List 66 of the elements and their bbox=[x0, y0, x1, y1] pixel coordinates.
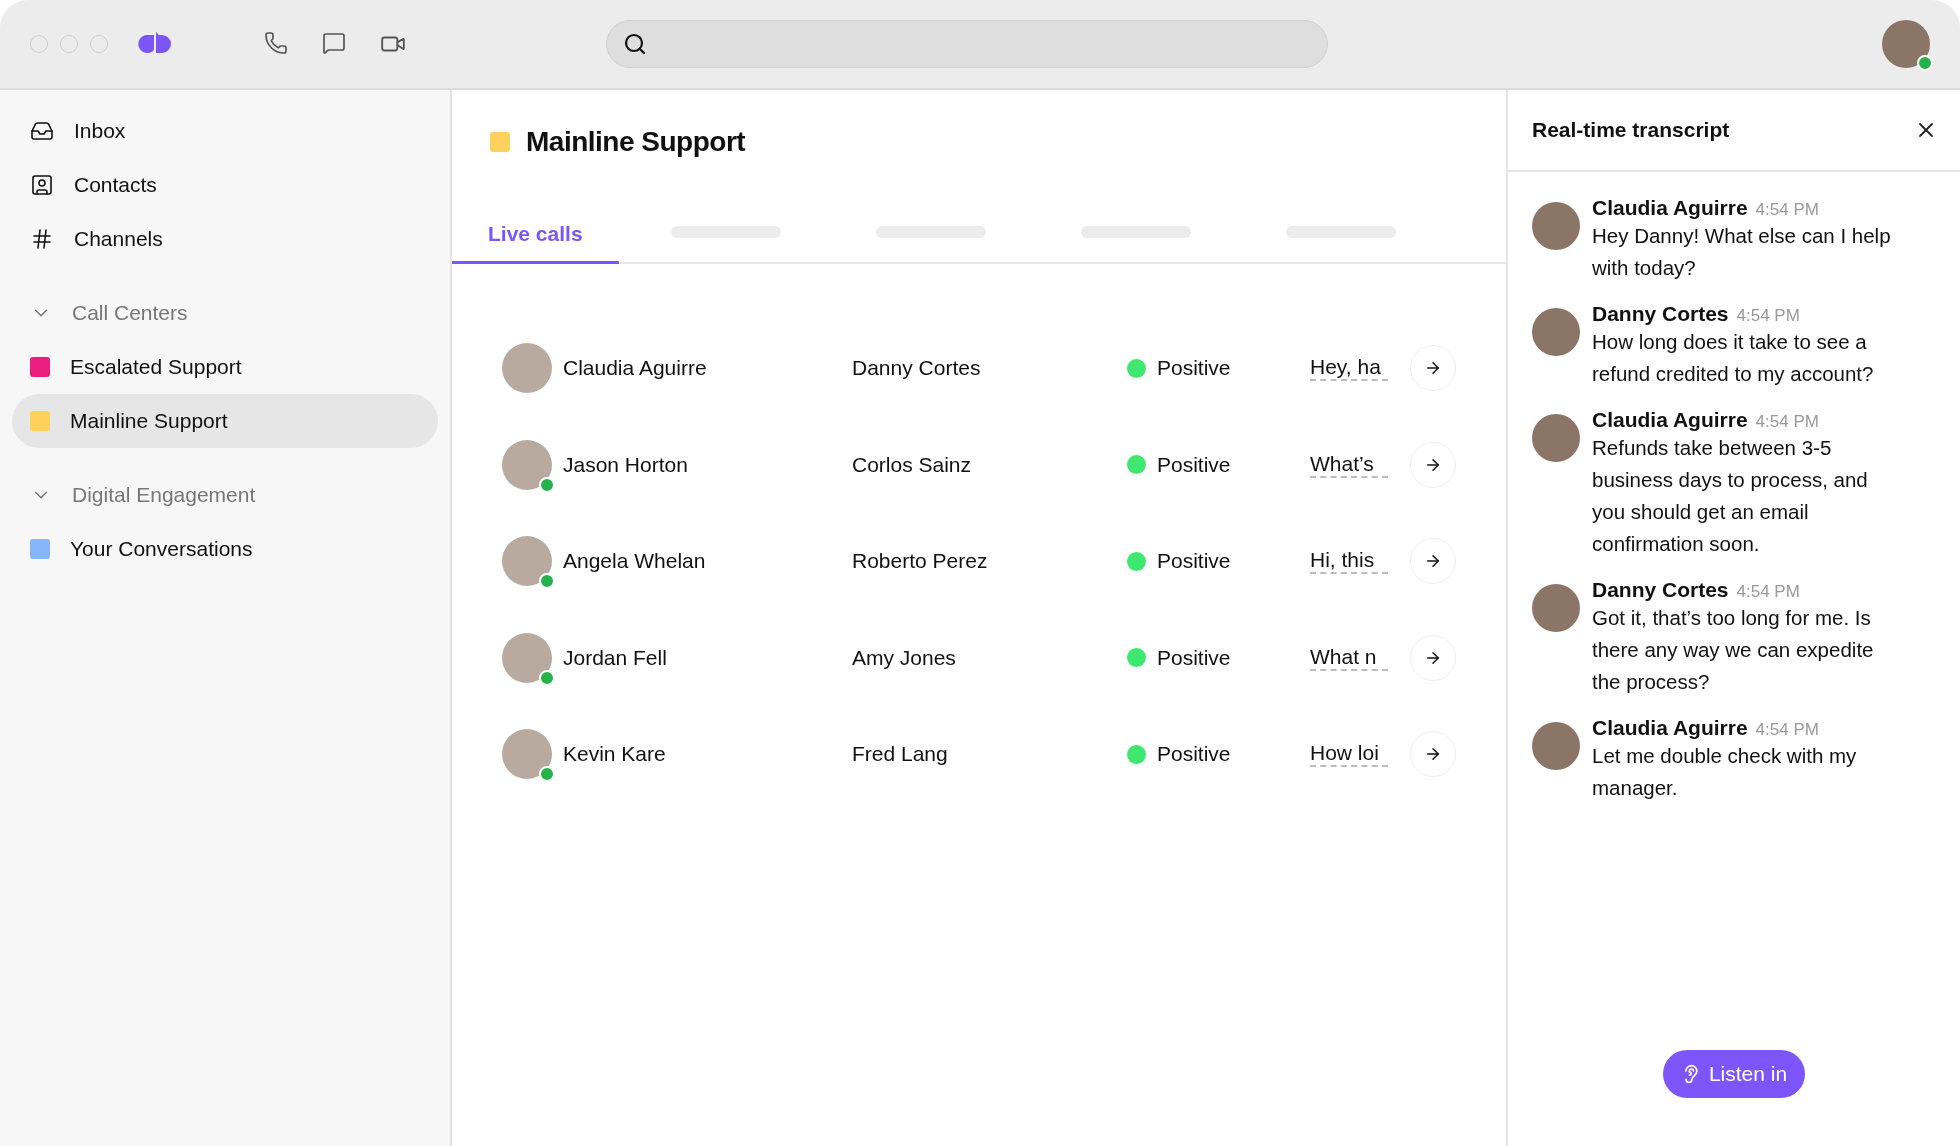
sidebar-group-header[interactable]: Digital Engagement bbox=[12, 468, 438, 522]
sender-name: Claudia Aguirre bbox=[1592, 716, 1748, 740]
contact-card-icon bbox=[30, 173, 54, 197]
transcript-preview: What’s bbox=[1310, 451, 1388, 478]
caller-name: Fred Lang bbox=[852, 742, 949, 767]
avatar bbox=[1532, 584, 1580, 632]
transcript-preview: Hi, this bbox=[1310, 548, 1388, 575]
agent-name: Claudia Aguirre bbox=[563, 356, 708, 381]
open-call-button[interactable] bbox=[1410, 538, 1456, 585]
avatar bbox=[1532, 202, 1580, 250]
caller-name: Danny Cortes bbox=[852, 356, 982, 381]
caller-name: Roberto Perez bbox=[852, 549, 989, 574]
search-icon bbox=[623, 32, 647, 56]
sidebar-item[interactable]: Mainline Support bbox=[12, 394, 438, 448]
agent-name: Jason Horton bbox=[563, 452, 689, 477]
sender-name: Claudia Aguirre bbox=[1592, 196, 1748, 220]
sender-name: Danny Cortes bbox=[1592, 578, 1729, 602]
inbox-icon bbox=[30, 119, 54, 143]
chat-icon[interactable] bbox=[322, 31, 346, 57]
avatar bbox=[1532, 414, 1580, 462]
transcript-preview: What n bbox=[1310, 644, 1388, 671]
transcript-preview: Hey, ha bbox=[1310, 355, 1388, 382]
message-time: 4:54 PM bbox=[1755, 200, 1819, 220]
open-call-button[interactable] bbox=[1410, 345, 1456, 392]
message-text: Got it, that’s too long for me. Is there any way we can expedite the process? bbox=[1592, 605, 1875, 695]
message-text: Hey Danny! What else can I help with today? bbox=[1592, 223, 1892, 281]
agent-name: Jordan Fell bbox=[563, 645, 668, 670]
open-call-button[interactable] bbox=[1410, 731, 1456, 778]
sender-name: Claudia Aguirre bbox=[1592, 408, 1748, 432]
open-call-button[interactable] bbox=[1410, 441, 1456, 488]
message-time: 4:54 PM bbox=[1755, 412, 1819, 432]
sidebar-item[interactable]: Contacts bbox=[12, 158, 438, 212]
transcript-preview: How loi bbox=[1310, 741, 1388, 768]
sidebar-item[interactable]: Your Conversations bbox=[12, 522, 438, 576]
listen-in-button[interactable]: Listen in bbox=[1662, 1050, 1806, 1098]
message-time: 4:54 PM bbox=[1736, 306, 1800, 326]
hash-icon bbox=[30, 227, 54, 251]
message-text: Refunds take between 3-5 business days to process, and you should get an email confirmation soon. bbox=[1592, 435, 1869, 557]
caller-name: Amy Jones bbox=[852, 645, 957, 670]
sender-name: Danny Cortes bbox=[1592, 302, 1729, 326]
sidebar-item[interactable]: Escalated Support bbox=[12, 340, 438, 394]
message-text: How long does it take to see a refund credited to my account? bbox=[1592, 329, 1875, 387]
message-time: 4:54 PM bbox=[1755, 720, 1819, 740]
user-avatar[interactable] bbox=[1882, 20, 1930, 68]
message-time: 4:54 PM bbox=[1736, 582, 1800, 602]
sentiment-label: Positive bbox=[1157, 452, 1232, 477]
sentiment-label: Positive bbox=[1157, 742, 1232, 767]
sentiment-label: Positive bbox=[1157, 356, 1232, 381]
sentiment-label: Positive bbox=[1157, 645, 1232, 670]
sidebar-group-header[interactable]: Call Centers bbox=[12, 286, 438, 340]
open-call-button[interactable] bbox=[1410, 634, 1456, 681]
sidebar-item[interactable]: Inbox bbox=[12, 104, 438, 158]
search-field[interactable] bbox=[606, 20, 1328, 68]
tab[interactable]: Live calls bbox=[452, 206, 619, 264]
page-title: Mainline Support bbox=[526, 126, 746, 158]
avatar bbox=[1532, 722, 1580, 770]
avatar bbox=[502, 343, 552, 394]
agent-name: Kevin Kare bbox=[563, 742, 667, 767]
message-text: Let me double check with my manager. bbox=[1592, 743, 1858, 801]
sidebar-item[interactable]: Channels bbox=[12, 212, 438, 266]
sentiment-label: Positive bbox=[1157, 549, 1232, 574]
phone-icon[interactable] bbox=[264, 31, 288, 57]
caller-name: Corlos Sainz bbox=[852, 452, 973, 477]
avatar bbox=[1532, 308, 1580, 356]
panel-title: Real-time transcript bbox=[1532, 118, 1730, 142]
agent-name: Angela Whelan bbox=[563, 549, 707, 574]
